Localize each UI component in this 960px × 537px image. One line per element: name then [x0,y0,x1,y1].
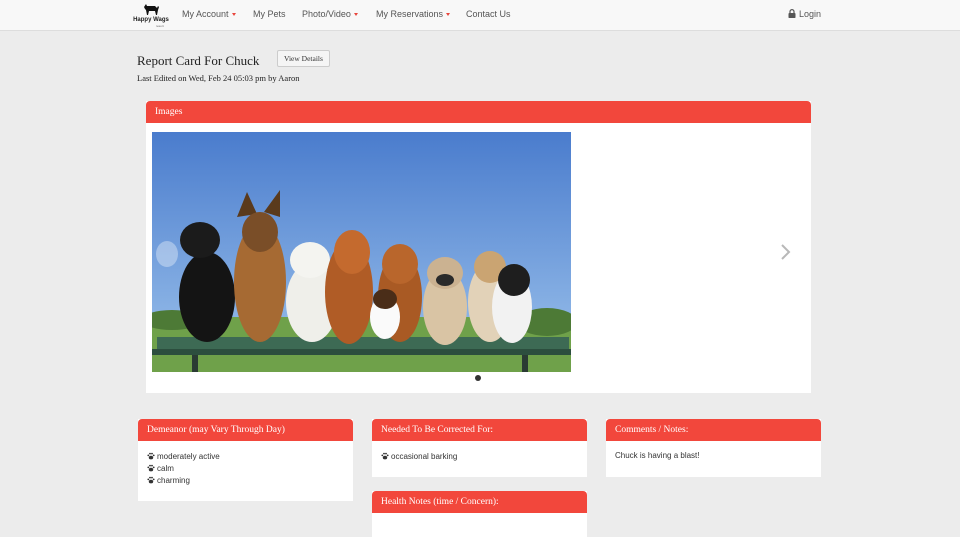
dog-logo-icon [144,4,159,15]
demeanor-item-text: calm [157,464,174,473]
demeanor-item-text: moderately active [157,452,220,461]
lock-icon [788,9,796,18]
view-details-button[interactable]: View Details [277,50,330,67]
paw-icon [147,464,155,472]
happy-wags-logo[interactable]: Happy Wags resort [130,3,172,29]
page-title: Report Card For Chuck [137,53,260,68]
images-panel: Images [146,101,811,393]
corrections-item-text: occasional barking [391,452,458,461]
demeanor-list: moderately active calm charming [138,441,353,497]
login-label: Login [798,9,821,19]
nav-my-pets[interactable]: My Pets [253,9,286,19]
nav-contact-us-label: Contact Us [466,9,511,19]
caret-down-icon [231,13,236,17]
paw-icon [381,452,389,460]
logo-subtext: resort [156,24,164,28]
corrections-panel: Needed To Be Corrected For: occasional b… [372,419,587,477]
health-panel: Health Notes (time / Concern): [372,491,587,537]
nav-photo-video-label: Photo/Video [302,9,351,19]
nav-my-reservations-label: My Reservations [376,9,444,19]
demeanor-item-text: charming [157,476,190,485]
demeanor-panel: Demeanor (may Vary Through Day) moderate… [138,419,353,501]
nav-photo-video[interactable]: Photo/Video [302,9,358,19]
logo-text: Happy Wags [133,17,169,23]
list-item: moderately active [147,451,344,463]
last-edited-text: Last Edited on Wed, Feb 24 05:03 pm by A… [137,73,300,83]
nav-my-account[interactable]: My Account [182,9,236,19]
carousel-slide-image[interactable] [152,132,571,372]
top-navbar: Happy Wags resort My Account My Pets Pho… [0,0,960,31]
login-link[interactable]: Login [788,9,821,19]
corrections-list: occasional barking [372,441,587,473]
caret-down-icon [446,13,451,17]
health-panel-title: Health Notes (time / Concern): [372,491,587,513]
comments-text: Chuck is having a blast! [615,451,700,460]
nav-my-reservations[interactable]: My Reservations [376,9,451,19]
carousel-next-button[interactable] [778,243,792,261]
dogs-photo [152,132,571,372]
paw-icon [147,476,155,484]
comments-panel-title: Comments / Notes: [606,419,821,441]
paw-icon [147,452,155,460]
chevron-right-icon [781,244,791,260]
nav-my-account-label: My Account [182,9,229,19]
images-panel-title: Images [146,101,811,123]
carousel-indicator-dot[interactable] [475,375,481,381]
caret-down-icon [353,13,358,17]
nav-contact-us[interactable]: Contact Us [466,9,511,19]
demeanor-panel-title: Demeanor (may Vary Through Day) [138,419,353,441]
corrections-panel-title: Needed To Be Corrected For: [372,419,587,441]
list-item: charming [147,475,344,487]
carousel-prev-button[interactable] [156,241,178,267]
list-item: occasional barking [381,451,578,463]
comments-panel: Comments / Notes: Chuck is having a blas… [606,419,821,477]
list-item: calm [147,463,344,475]
nav-my-pets-label: My Pets [253,9,286,19]
